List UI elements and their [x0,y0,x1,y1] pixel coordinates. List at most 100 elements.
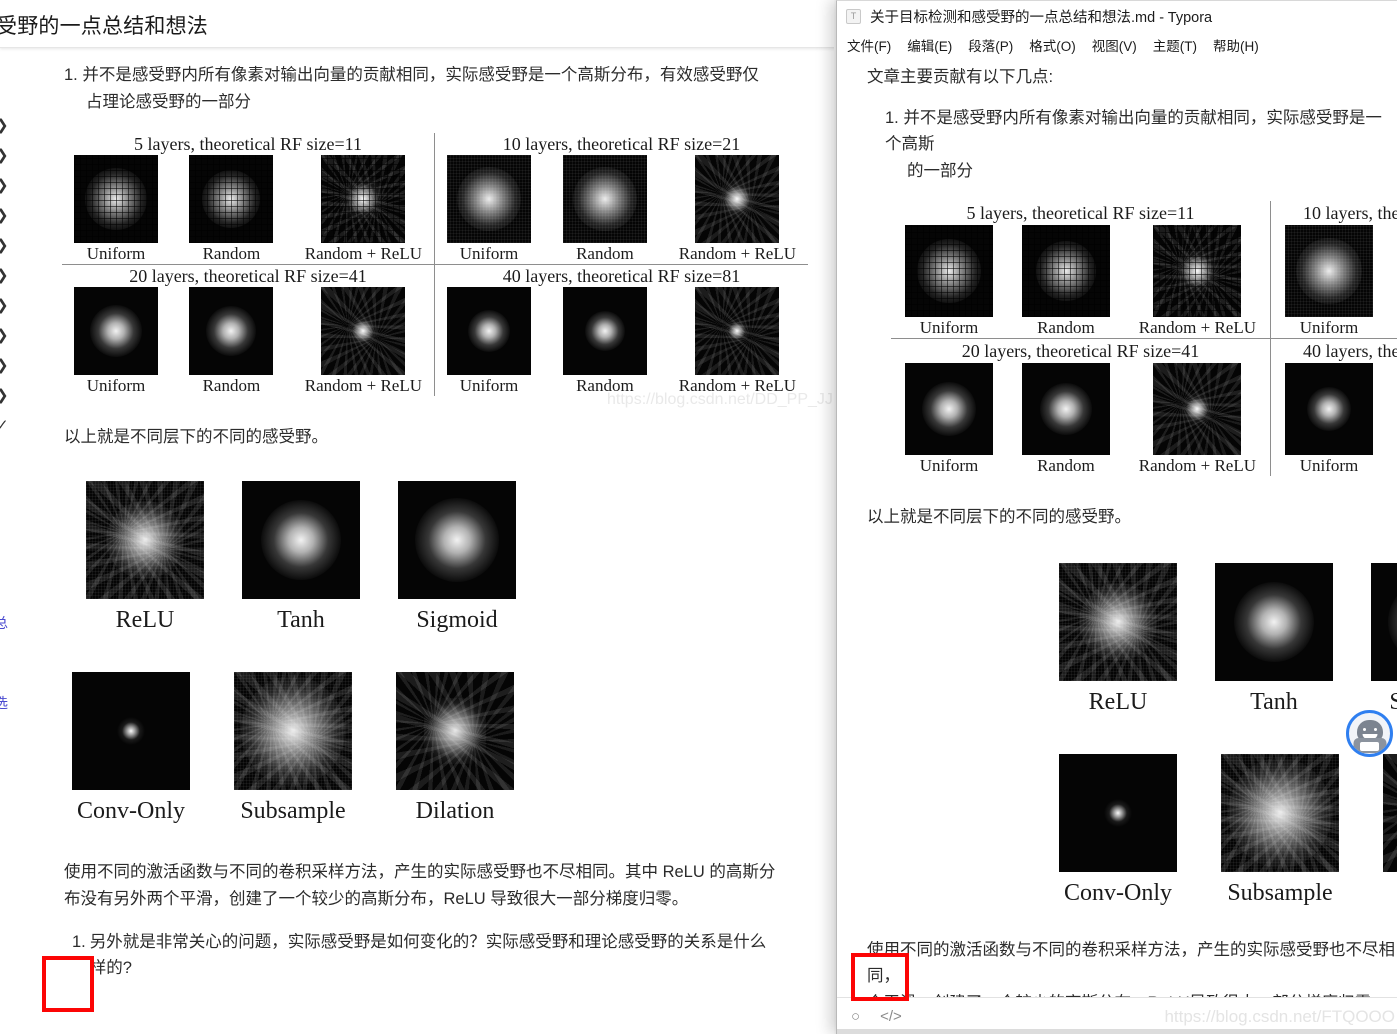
activation-cell-label: ReLU [115,607,175,634]
menu-paragraph[interactable]: 段落(P) [968,35,1013,55]
rf-quadrant-caption: 10 layers, theoretical RF size=21 [502,134,741,155]
list-item-line[interactable]: 的一部分 [885,158,1397,185]
list-item-line[interactable]: 1. 并不是感受野内所有像素对输出向量的贡献相同，实际感受野是一个高斯 [885,105,1397,158]
chevron-right-icon[interactable]: ❯ [0,148,9,163]
chevron-right-icon[interactable]: ❯ [0,238,9,253]
paragraph-after-rf-figure: 以上就是不同层下的不同的感受野。 [64,428,328,447]
sampling-cell: Dilation [1383,753,1397,907]
rf-tile: Random + ReLU [305,155,422,264]
typora-figure-activation-row[interactable]: ReLU Tanh Sigmoid [1059,562,1397,716]
rf-tile: Random [1021,224,1110,338]
chevron-right-icon[interactable]: ❯ [0,268,9,283]
rf-tile: Random + ReLU [1138,224,1256,338]
activation-cell-label: Tanh [1250,688,1298,715]
sampling-cell: Dilation [396,672,514,825]
rf-tile-label: Uniform [919,455,979,475]
typora-list-item-1[interactable]: 1. 并不是感受野内所有像素对输出向量的贡献相同，实际感受野是一个高斯 的一部分 [885,105,1397,185]
sampling-cell: Conv-Only [72,672,190,825]
typora-figure-sampling-row[interactable]: Conv-Only Subsample Dilation [1059,753,1397,907]
source-code-mode-icon[interactable]: </> [880,1009,902,1024]
rf-tile-label: Random + ReLU [304,376,422,396]
typora-intro-paragraph[interactable]: 文章主要贡献有以下几点: [867,64,1397,91]
rf-tile: Uniform [905,362,993,476]
sampling-cell: Subsample [1221,753,1339,907]
rf-tile-label: Random + ReLU [678,244,796,264]
paragraph-activation-line-2: 布没有另外两个平滑，创建了一个较少的高斯分布，ReLU 导致很大一部分梯度归零。 [64,889,689,908]
rf-tile: Uniform [74,155,158,264]
word-count-circle-icon[interactable]: ○ [851,1009,860,1024]
menu-edit[interactable]: 编辑(E) [907,35,952,55]
rail-clipped-text-2[interactable]: 选 [0,693,8,713]
rf-quadrant: 10 layers, theoretical RF size=21 Unifor… [435,133,808,264]
rf-grid-row: 20 layers, theoretical RF size=41 Unifor… [891,338,1397,476]
sampling-cell-label: Conv-Only [1064,879,1172,906]
activation-cell: Tanh [242,481,360,634]
rf-quadrant: 10 layers, theoretical RF size=21 Unifor… [1271,201,1397,338]
typora-paragraph-after-rf[interactable]: 以上就是不同层下的不同的感受野。 [867,504,1397,531]
typora-window: T 关于目标检测和感受野的一点总结和想法.md - Typora 文件(F) 编… [836,0,1397,1034]
rf-tile-label: Uniform [459,376,519,396]
menu-help[interactable]: 帮助(H) [1213,35,1259,55]
rf-quadrant-caption: 40 layers, theoretical RF size=81 [1303,340,1397,361]
chevron-right-icon[interactable]: ❯ [0,388,9,403]
typora-figure-receptive-field-grid[interactable]: 5 layers, theoretical RF size=11 Uniform [891,200,1397,476]
rf-tile-label: Uniform [86,244,146,264]
avatar-eye-right [1373,728,1377,731]
rf-quadrant: 5 layers, theoretical RF size=11 Uniform [62,133,435,265]
figure-activation-row: ReLU Tanh Sigmoid [86,481,516,634]
list-item-line: 1. 并不是感受野内所有像素对输出向量的贡献相同，实际感受野是一个高斯分布，有效… [64,66,759,84]
rf-tile: Uniform [447,155,531,264]
chevron-right-icon[interactable]: ❯ [0,358,9,373]
background-page-title: 受野的一点总结和想法 [0,15,208,38]
figure-sampling-row: Conv-Only Subsample Dilation [72,672,514,825]
rf-tile-label: Random [1037,455,1095,475]
check-icon[interactable]: ✓ [0,418,9,433]
sampling-cell-label: Dilation [1383,880,1397,907]
rf-tile-label: Random [202,376,261,396]
avatar-chest [1360,742,1379,751]
figure-receptive-field-grid: 5 layers, theoretical RF size=11 Uniform [62,133,833,408]
menu-format[interactable]: 格式(O) [1029,35,1076,55]
activation-cell-label: Sigmoid [416,607,498,634]
chevron-right-icon[interactable]: ❯ [0,178,9,193]
menu-file[interactable]: 文件(F) [847,35,891,55]
sampling-cell-label: Conv-Only [77,798,185,825]
chevron-right-icon[interactable]: ❯ [0,118,9,133]
typora-menubar: 文件(F) 编辑(E) 段落(P) 格式(O) 视图(V) 主题(T) 帮助(H… [837,32,1397,58]
rf-tile: Uniform [1285,362,1373,476]
rf-tile: Random + ReLU [305,287,422,396]
rf-tile: Random + ReLU [679,155,796,264]
rf-tile: Random [562,155,647,264]
sampling-cell: Conv-Only [1059,753,1177,907]
rf-quadrant: 40 layers, theoretical RF size=81 Unifor… [435,265,808,396]
activation-cell: Sigmoid [398,481,516,634]
typora-paragraph-activation-line-1[interactable]: 使用不同的激活函数与不同的卷积采样方法，产生的实际感受野也不尽相同， [867,937,1397,990]
rf-grid-row: 5 layers, theoretical RF size=11 Uniform [62,133,808,266]
rf-tile-label: Random + ReLU [304,244,422,264]
typora-editor-body[interactable]: 文章主要贡献有以下几点: 1. 并不是感受野内所有像素对输出向量的贡献相同，实际… [837,58,1397,998]
rf-quadrant-caption: 5 layers, theoretical RF size=11 [966,202,1195,223]
rf-quadrant-caption: 40 layers, theoretical RF size=81 [502,266,741,287]
menu-view[interactable]: 视图(V) [1092,35,1137,55]
chevron-right-icon[interactable]: ❯ [0,328,9,343]
chevron-right-icon[interactable]: ❯ [0,298,9,313]
rf-tile: Random + ReLU [1138,362,1256,476]
rf-tile-label: Random [1037,317,1095,337]
activation-cell: ReLU [86,481,204,634]
background-article-content: 1. 并不是感受野内所有像素对输出向量的贡献相同，实际感受野是一个高斯分布，有效… [46,48,840,1034]
rf-tile-label: Random + ReLU [1138,317,1256,337]
rf-quadrant-caption: 5 layers, theoretical RF size=11 [134,134,362,155]
list-item: 1. 并不是感受野内所有像素对输出向量的贡献相同，实际感受野是一个高斯分布，有效… [46,48,840,115]
rf-tile-label: Random + ReLU [1138,455,1256,475]
assistant-avatar-icon[interactable] [1346,710,1393,757]
rf-tile: Uniform [447,287,531,396]
typora-titlebar[interactable]: T 关于目标检测和感受野的一点总结和想法.md - Typora [837,1,1397,32]
avatar-eye-left [1362,728,1366,731]
list-item: 1. 另外就是非常关心的问题，实际感受野是如何变化的？实际感受野和理论感受野的关… [72,929,840,982]
rail-clipped-text-1[interactable]: 总 [0,613,8,633]
list-item-line: 占理论感受野的一部分 [86,92,251,111]
background-page-header: 受野的一点总结和想法 [0,0,840,48]
menu-theme[interactable]: 主题(T) [1153,35,1197,55]
chevron-right-icon[interactable]: ❯ [0,208,9,223]
rf-tile-label: Uniform [1299,317,1359,337]
